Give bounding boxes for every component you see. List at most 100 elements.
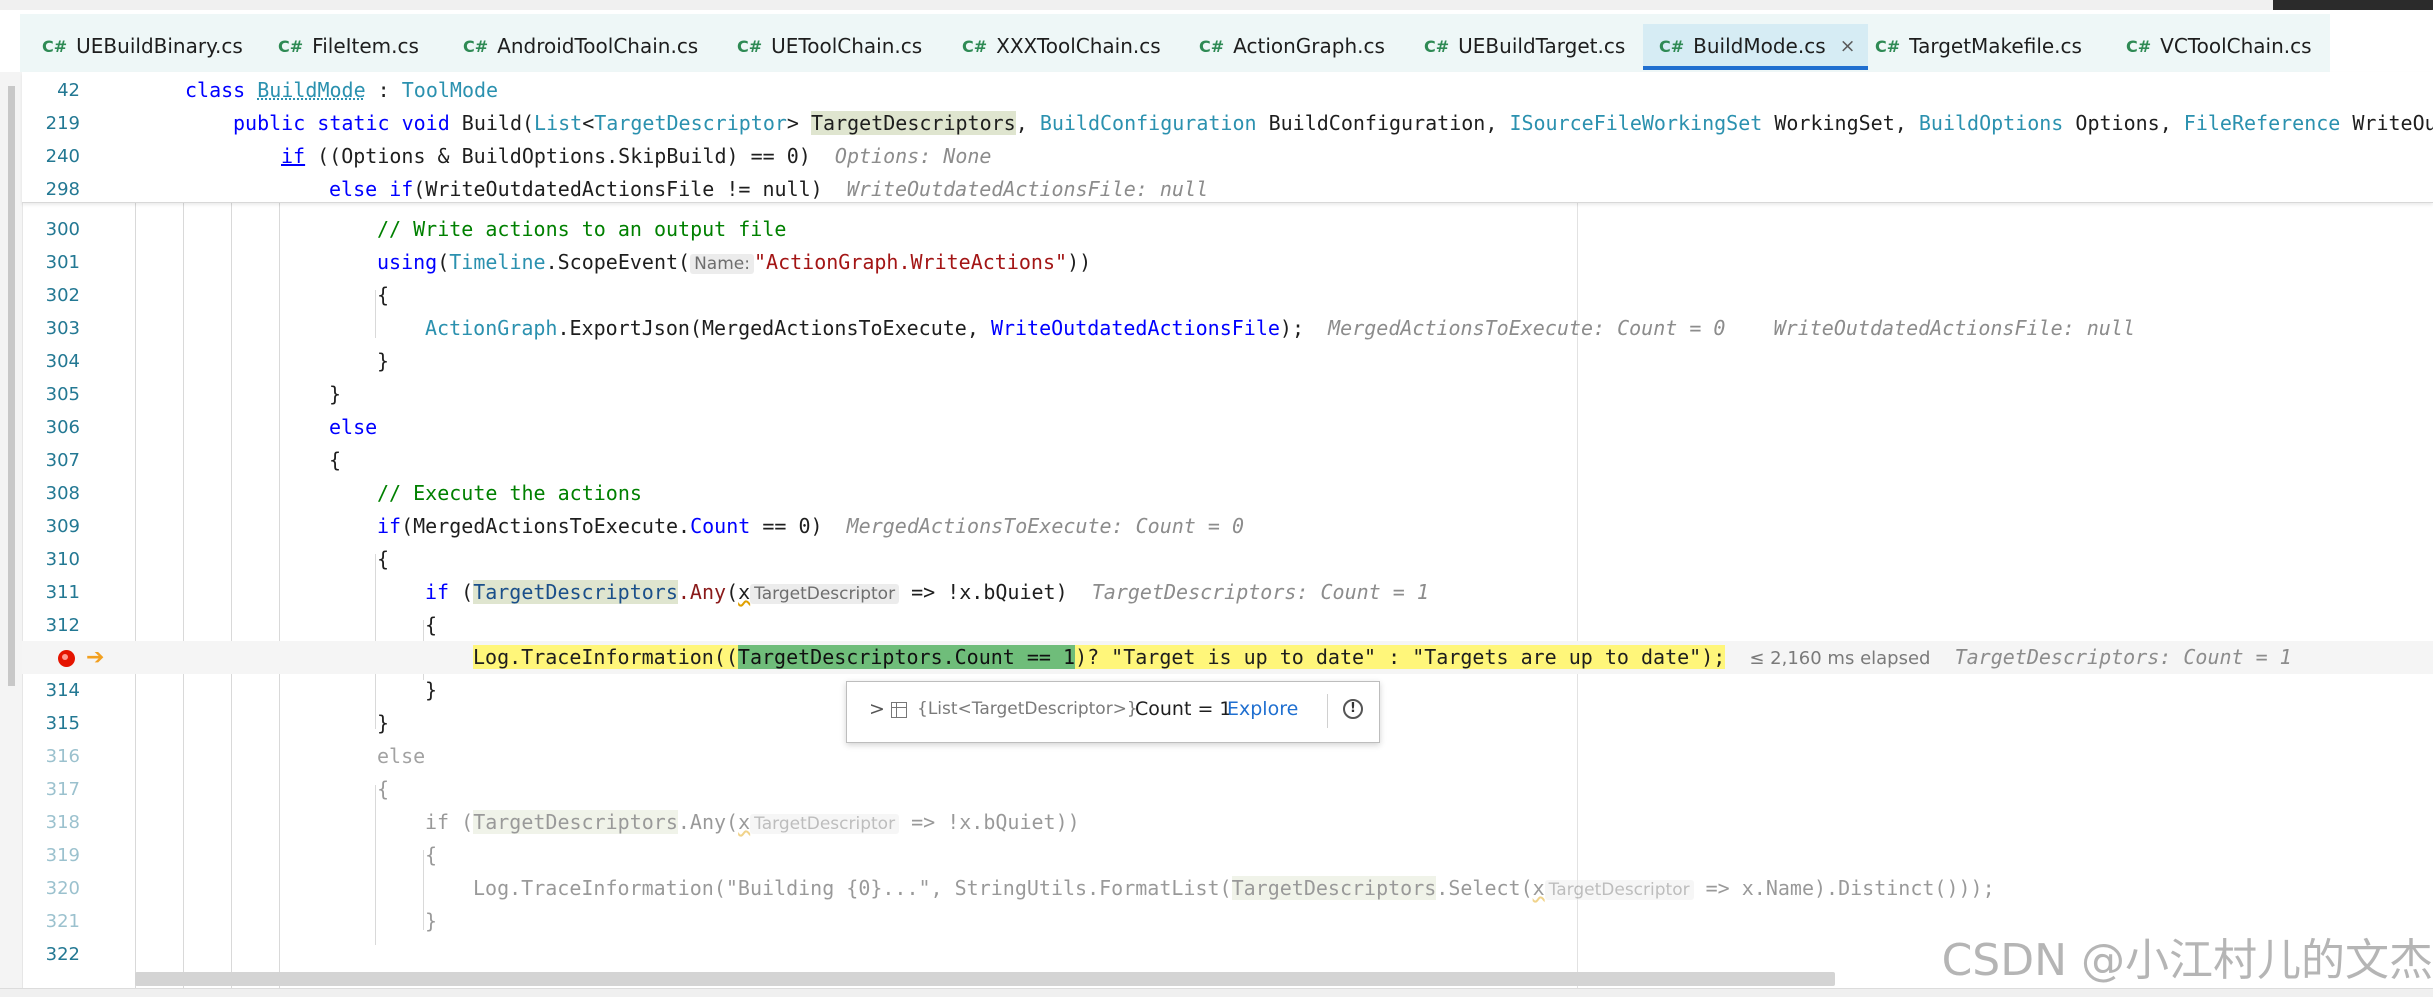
line-number: 219 <box>45 113 80 134</box>
code-text: if ((Options & BuildOptions.SkipBuild) =… <box>281 140 991 173</box>
code-line[interactable]: 298 else if(WriteOutdatedActionsFile != … <box>22 173 2433 206</box>
code-line[interactable]: 42 class BuildMode : ToolMode <box>22 74 2433 107</box>
comment: // Execute the actions <box>377 481 642 505</box>
code-line[interactable]: 309 if(MergedActionsToExecute.Count == 0)… <box>22 510 2433 543</box>
line-number: 303 <box>45 318 80 339</box>
info-icon[interactable]: ! <box>1343 699 1363 719</box>
keyword: using <box>377 250 438 274</box>
execution-highlight: )? "Target is up to date" : "Targets are… <box>1075 645 1726 669</box>
tab-label: UEBuildTarget.cs <box>1458 34 1626 58</box>
code-line[interactable]: 318 if (TargetDescriptors.Any(x TargetDesc… <box>22 806 2433 839</box>
tab-uebuildbinary[interactable]: C# UEBuildBinary.cs <box>42 24 243 68</box>
code-line[interactable]: 303 ActionGraph.ExportJson(MergedActionsT… <box>22 312 2433 345</box>
code-line[interactable]: 240 if ((Options & BuildOptions.SkipBuil… <box>22 140 2433 173</box>
csharp-file-icon: C# <box>1199 36 1225 56</box>
line-number: 314 <box>45 680 80 701</box>
tab-vctoolchain[interactable]: C# VCToolChain.cs <box>2126 24 2312 68</box>
expand-chevron-icon[interactable]: > <box>869 698 885 720</box>
code-line[interactable]: 317 { <box>22 773 2433 806</box>
watermark: CSDN @小江村儿的文杰 <box>1941 935 2433 986</box>
tab-fileitem[interactable]: C# FileItem.cs <box>278 24 419 68</box>
line-number: 305 <box>45 384 80 405</box>
title-strip-dark <box>2273 0 2433 10</box>
call: Log.TraceInformation("Building {0}...", … <box>473 876 1232 900</box>
tab-uetoolchain[interactable]: C# UEToolChain.cs <box>737 24 922 68</box>
expression: (MergedActionsToExecute. <box>401 514 691 538</box>
line-number: 240 <box>45 146 80 167</box>
line-number: 307 <box>45 450 80 471</box>
breakpoint-icon[interactable] <box>58 650 75 667</box>
code-line[interactable]: 316 else <box>22 740 2433 773</box>
selection-highlight: TargetDescriptors.Count == 1 <box>737 645 1076 669</box>
keyword: else <box>329 415 378 439</box>
type-hint: TargetDescriptor <box>750 584 900 604</box>
tab-xxxtoolchain[interactable]: C# XXXToolChain.cs <box>962 24 1161 68</box>
type: TargetDescriptor <box>594 111 787 135</box>
line-number: 320 <box>45 878 80 899</box>
line-number: 306 <box>45 417 80 438</box>
tab-targetmakefile[interactable]: C# TargetMakefile.cs <box>1875 24 2082 68</box>
code-line[interactable]: 306 else <box>22 411 2433 444</box>
keyword: if <box>425 580 450 604</box>
code-text: if (TargetDescriptors.Any(x TargetDescrip… <box>425 806 1080 841</box>
line-number: 316 <box>45 746 80 767</box>
horizontal-scrollbar[interactable] <box>135 972 1835 986</box>
code-line[interactable]: 308 // Execute the actions <box>22 477 2433 510</box>
code-text: ActionGraph.ExportJson(MergedActionsToEx… <box>425 312 2135 345</box>
code-line[interactable]: 320 Log.TraceInformation("Building {0}...… <box>22 872 2433 905</box>
type: Timeline <box>449 250 546 274</box>
code-line[interactable]: 219 public static void Build(List<Target… <box>22 107 2433 140</box>
line-number: 300 <box>45 219 80 240</box>
code-text: Log.TraceInformation("Building {0}...", … <box>473 872 1995 907</box>
brace: { <box>425 843 438 867</box>
code-line[interactable]: 305} <box>22 378 2433 411</box>
code-text: else if(WriteOutdatedActionsFile != null… <box>329 173 1208 206</box>
line-number: 304 <box>45 351 80 372</box>
keyword: else <box>377 744 426 768</box>
execution-highlight: Log.TraceInformation(( <box>473 645 738 669</box>
csharp-file-icon: C# <box>1875 36 1901 56</box>
tab-uebuildtarget[interactable]: C# UEBuildTarget.cs <box>1424 24 1625 68</box>
param: WorkingSet, <box>1762 111 1919 135</box>
code-line[interactable]: 302 { <box>22 279 2433 312</box>
code-line[interactable]: 310 { <box>22 543 2433 576</box>
explore-link[interactable]: Explore <box>1227 698 1298 720</box>
code-line[interactable]: 319 { <box>22 839 2433 872</box>
tab-androidtoolchain[interactable]: C# AndroidToolChain.cs <box>463 24 698 68</box>
param: Options, <box>2063 111 2184 135</box>
line-number: 318 <box>45 812 80 833</box>
punct: ( <box>449 580 474 604</box>
close-icon[interactable]: × <box>1840 35 1856 57</box>
keyword: public static void <box>233 111 450 135</box>
inline-value-hint: WriteOutdatedActionsFile: null <box>1773 316 2135 340</box>
tab-buildmode[interactable]: C# BuildMode.cs × <box>1643 24 1868 70</box>
comment: // Write actions to an output file <box>377 217 787 241</box>
code-line[interactable]: 312 { <box>22 609 2433 642</box>
expression: ((Options & BuildOptions.SkipBuild) == 0… <box>305 144 811 168</box>
current-execution-line[interactable]: Log.TraceInformation((TargetDescriptors.… <box>22 641 2433 674</box>
code-text: if (TargetDescriptors.Any(x TargetDescrip… <box>425 576 1429 611</box>
code-line[interactable]: 300 // Write actions to an output file <box>22 213 2433 246</box>
inline-value-hint: TargetDescriptors: Count = 1 <box>1954 645 2292 669</box>
title-strip <box>0 0 2433 10</box>
debugger-datatip[interactable]: > {List<TargetDescriptor>} Count = 1 Exp… <box>846 681 1380 743</box>
scrollbar-thumb[interactable] <box>8 86 15 686</box>
ide-window: C# UEBuildBinary.cs C# FileItem.cs C# Andro… <box>0 0 2433 997</box>
code-line[interactable]: 301 using(Timeline.ScopeEvent(Name: "Actio… <box>22 246 2433 279</box>
code-line[interactable]: 311 if (TargetDescriptors.Any(x TargetDesc… <box>22 576 2433 609</box>
datatip-type: {List<TargetDescriptor>} <box>917 699 1138 719</box>
punct: ( <box>437 250 450 274</box>
code-line[interactable]: 304} <box>22 345 2433 378</box>
line-number: 301 <box>45 252 80 273</box>
code-line[interactable]: 307 { <box>22 444 2433 477</box>
tab-actiongraph[interactable]: C# ActionGraph.cs <box>1199 24 1385 68</box>
divider <box>1327 694 1328 728</box>
brace: { <box>425 613 438 637</box>
active-tab-indicator <box>1643 66 1868 70</box>
vertical-scrollbar[interactable] <box>0 72 23 997</box>
method: .ScopeEvent( <box>545 250 691 274</box>
code-text: if(MergedActionsToExecute.Count == 0) Me… <box>377 510 1244 543</box>
punct: ); <box>1279 316 1305 340</box>
call: .ExportJson(MergedActionsToExecute, <box>557 316 991 340</box>
expression: => x.Name).Distinct())); <box>1693 876 1995 900</box>
